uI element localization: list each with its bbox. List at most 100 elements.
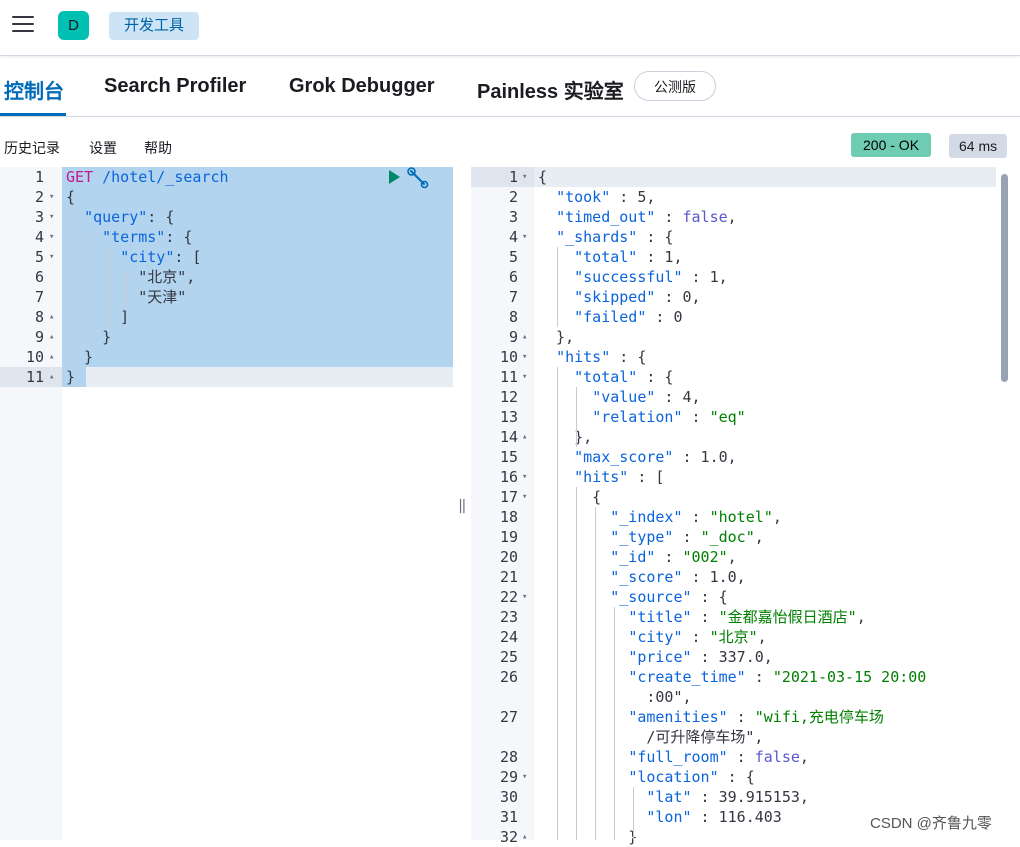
response-line-number: 3	[508, 208, 518, 226]
response-line-number: 28	[499, 748, 518, 766]
request-line-1: GET /hotel/_search	[66, 167, 229, 187]
response-line: /可升降停车场",	[538, 728, 764, 746]
response-line: "failed" : 0	[574, 308, 683, 326]
response-line-number: 10	[499, 348, 518, 366]
fold-open-icon[interactable]: ▾	[522, 227, 527, 247]
response-line: "took" : 5,	[556, 188, 656, 206]
request-line: "terms": {	[102, 228, 193, 246]
response-line-number: 29	[499, 768, 518, 786]
request-line: "query": {	[84, 208, 175, 226]
fold-open-icon[interactable]: ▾	[522, 367, 527, 387]
fold-close-icon[interactable]: ▴	[49, 347, 54, 367]
response-line-number: 9	[508, 328, 518, 346]
request-line: }	[66, 348, 94, 366]
request-line: "city": [	[120, 248, 202, 266]
response-line-number: 25	[499, 648, 518, 666]
indent-guide	[614, 607, 615, 840]
fold-open-icon[interactable]: ▾	[522, 467, 527, 487]
space-avatar[interactable]: D	[58, 11, 89, 40]
settings-link[interactable]: 设置	[89, 138, 117, 158]
response-line: {	[538, 168, 548, 186]
fold-close-icon[interactable]: ▴	[49, 327, 54, 347]
response-line: },	[538, 328, 575, 346]
fold-open-icon[interactable]: ▾	[49, 187, 54, 207]
indent-guide	[557, 247, 558, 327]
response-line: "_id" : "002",	[610, 548, 737, 566]
fold-close-icon[interactable]: ▴	[49, 307, 54, 327]
indent-guide	[108, 247, 109, 327]
fold-open-icon[interactable]: ▾	[522, 347, 527, 367]
response-line-number: 6	[508, 268, 518, 286]
response-line-number: 11	[499, 368, 518, 386]
tab-console[interactable]: 控制台	[4, 75, 64, 104]
wrench-icon[interactable]	[407, 167, 429, 189]
request-line: "北京",	[66, 268, 196, 286]
response-line: "successful" : 1,	[574, 268, 728, 286]
response-line-number: 12	[499, 388, 518, 406]
history-link[interactable]: 历史记录	[4, 138, 60, 158]
tab-search-profiler[interactable]: Search Profiler	[104, 75, 246, 98]
watermark: CSDN @齐鲁九零	[870, 815, 992, 832]
fold-open-icon[interactable]: ▾	[522, 487, 527, 507]
response-line: "hits" : {	[556, 348, 647, 366]
response-line-number: 32	[499, 828, 518, 846]
request-method: GET	[66, 168, 94, 186]
response-line: "total" : {	[574, 368, 674, 386]
fold-close-icon[interactable]: ▴	[522, 827, 527, 847]
request-line-number: 7	[34, 288, 44, 306]
help-link[interactable]: 帮助	[144, 138, 172, 158]
response-line-number: 21	[499, 568, 518, 586]
response-line: "_index" : "hotel",	[610, 508, 782, 526]
response-line-number: 19	[499, 528, 518, 546]
response-line-number: 4	[508, 228, 518, 246]
response-line-number: 7	[508, 288, 518, 306]
fold-open-icon[interactable]: ▾	[522, 587, 527, 607]
response-line-number: 14	[499, 428, 518, 446]
request-line-number: 3	[34, 208, 44, 226]
response-line-number: 5	[508, 248, 518, 266]
response-line-number: 26	[499, 668, 518, 686]
menu-icon[interactable]	[12, 16, 34, 36]
response-line: "amenities" : "wifi,充电停车场	[628, 708, 884, 726]
breadcrumb-dev-tools[interactable]: 开发工具	[109, 12, 200, 40]
response-line-number: 1	[508, 168, 518, 186]
resize-handle-icon[interactable]: ‖	[458, 498, 466, 514]
fold-open-icon[interactable]: ▾	[522, 167, 527, 187]
response-line: "title" : "金都嘉怡假日酒店",	[628, 608, 866, 626]
indent-guide	[576, 387, 577, 447]
response-line: },	[538, 428, 593, 446]
response-line-number: 30	[499, 788, 518, 806]
response-line: {	[538, 488, 602, 506]
response-line: "timed_out" : false,	[556, 208, 737, 226]
fold-close-icon[interactable]: ▴	[522, 327, 527, 347]
play-icon[interactable]	[386, 169, 402, 185]
response-line-number: 17	[499, 488, 518, 506]
request-path: /hotel/_search	[93, 168, 229, 186]
indent-guide	[633, 787, 634, 840]
response-line: "lat" : 39.915153,	[646, 788, 809, 806]
response-scrollbar[interactable]	[1001, 174, 1008, 382]
indent-guide	[576, 487, 577, 840]
response-time-badge: 64 ms	[949, 134, 1008, 158]
indent-guide	[557, 367, 558, 840]
indent-guide	[90, 227, 91, 347]
fold-open-icon[interactable]: ▾	[49, 247, 54, 267]
response-line-number: 13	[499, 408, 518, 426]
response-line-number: 8	[508, 308, 518, 326]
response-line-number: 16	[499, 468, 518, 486]
indent-guide	[126, 267, 127, 307]
console-toolbar: 历史记录 设置 帮助 200 - OK 64 ms	[0, 118, 1020, 166]
fold-close-icon[interactable]: ▴	[49, 367, 54, 387]
request-line: ]	[66, 308, 130, 326]
fold-open-icon[interactable]: ▾	[522, 767, 527, 787]
fold-close-icon[interactable]: ▴	[522, 427, 527, 447]
tab-grok-debugger[interactable]: Grok Debugger	[289, 75, 435, 98]
fold-open-icon[interactable]: ▾	[49, 227, 54, 247]
indent-guide	[72, 207, 73, 367]
fold-open-icon[interactable]: ▾	[49, 207, 54, 227]
tab-painless-lab[interactable]: Painless 实验室	[477, 75, 624, 104]
response-line-number: 2	[508, 188, 518, 206]
response-line: "create_time" : "2021-03-15 20:00	[628, 668, 927, 686]
request-line-number: 9	[34, 328, 44, 346]
request-line-number: 11	[25, 368, 44, 386]
